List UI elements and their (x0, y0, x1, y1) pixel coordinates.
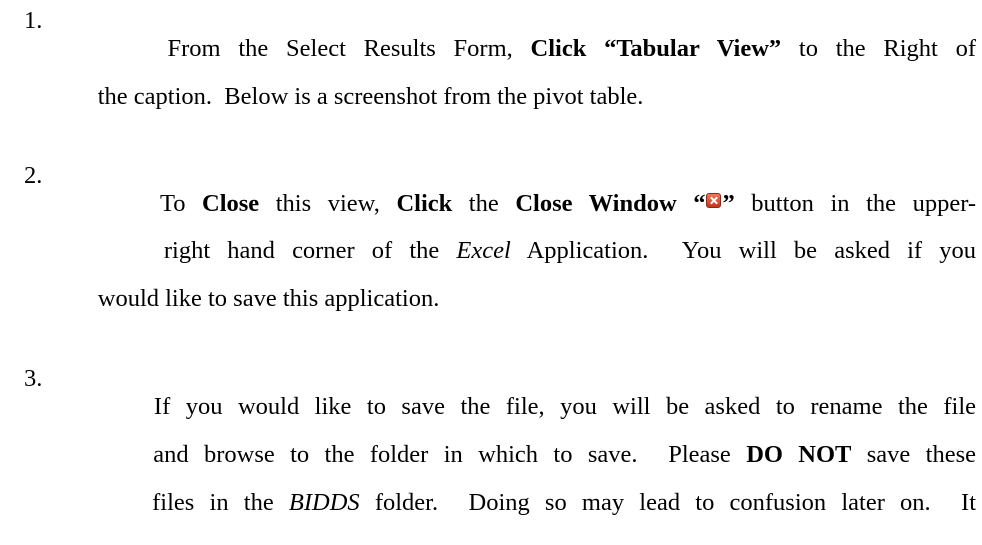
text-run: files in the (152, 489, 289, 516)
italic-text-run: BIDDS (288, 489, 360, 516)
text-run: would like to save this application. (97, 285, 440, 312)
close-icon (706, 193, 722, 208)
text-run: the caption. Below is a screenshot from … (97, 83, 644, 110)
list-number: 1. (24, 7, 43, 34)
text-line: would like to save this application. (61, 257, 976, 341)
text-run: folder. Doing so may lead to confusion l… (359, 489, 977, 516)
list-number: 3. (24, 365, 43, 392)
text-line: the caption. Below is a screenshot from … (61, 55, 976, 139)
text-line: files in the BIDDS folder. Doing so may … (61, 461, 976, 545)
list-number: 2. (24, 162, 43, 189)
document-page: 1. From the Select Results Form, Click “… (0, 0, 982, 516)
